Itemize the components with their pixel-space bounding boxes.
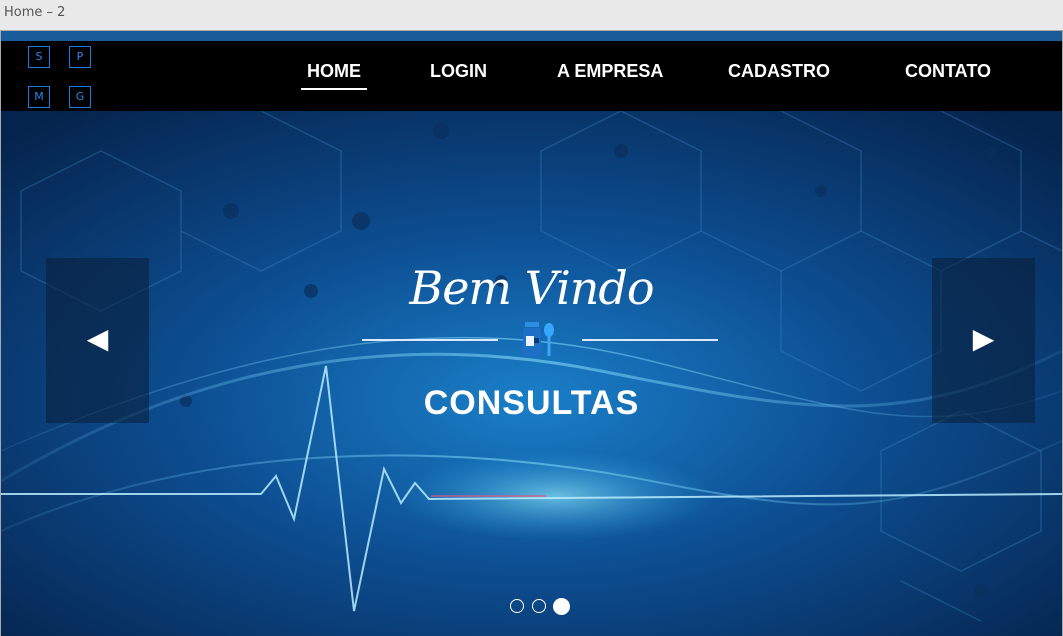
site-logo[interactable]: S P M G xyxy=(28,46,92,108)
divider-left xyxy=(362,339,498,341)
hero-slider: ◀ ▶ Bem Vindo CONSULTAS xyxy=(1,111,1062,636)
nav-home[interactable]: HOME xyxy=(301,61,367,90)
navbar: S P M G HOME LOGIN A EMPRESA CADASTRO CO… xyxy=(1,41,1062,111)
hero-background-image xyxy=(1,111,1062,636)
slide-title: CONSULTAS xyxy=(423,384,640,422)
triangle-right-icon: ▶ xyxy=(972,323,995,354)
slider-dot-2[interactable] xyxy=(532,599,546,613)
slider-dot-1[interactable] xyxy=(510,599,524,613)
window-title: Home – 2 xyxy=(4,5,66,20)
slider-dot-3[interactable] xyxy=(553,598,570,615)
top-accent-strip xyxy=(1,31,1062,41)
nav-a-empresa[interactable]: A EMPRESA xyxy=(557,61,663,82)
divider-right xyxy=(582,339,718,341)
logo-letter-g: G xyxy=(69,86,91,108)
logo-letter-m: M xyxy=(28,86,50,108)
triangle-left-icon: ◀ xyxy=(86,323,109,354)
nav-contato[interactable]: CONTATO xyxy=(905,61,991,82)
logo-letter-p: P xyxy=(69,46,91,68)
window-titlebar: Home – 2 xyxy=(0,0,1063,30)
nav-login[interactable]: LOGIN xyxy=(430,61,487,82)
welcome-heading: Bem Vindo xyxy=(409,261,654,315)
medicine-bottle-spoon-icon xyxy=(523,322,554,356)
nav-cadastro[interactable]: CADASTRO xyxy=(728,61,830,82)
logo-letter-s: S xyxy=(28,46,50,68)
browser-viewport: S P M G HOME LOGIN A EMPRESA CADASTRO CO… xyxy=(0,30,1063,636)
